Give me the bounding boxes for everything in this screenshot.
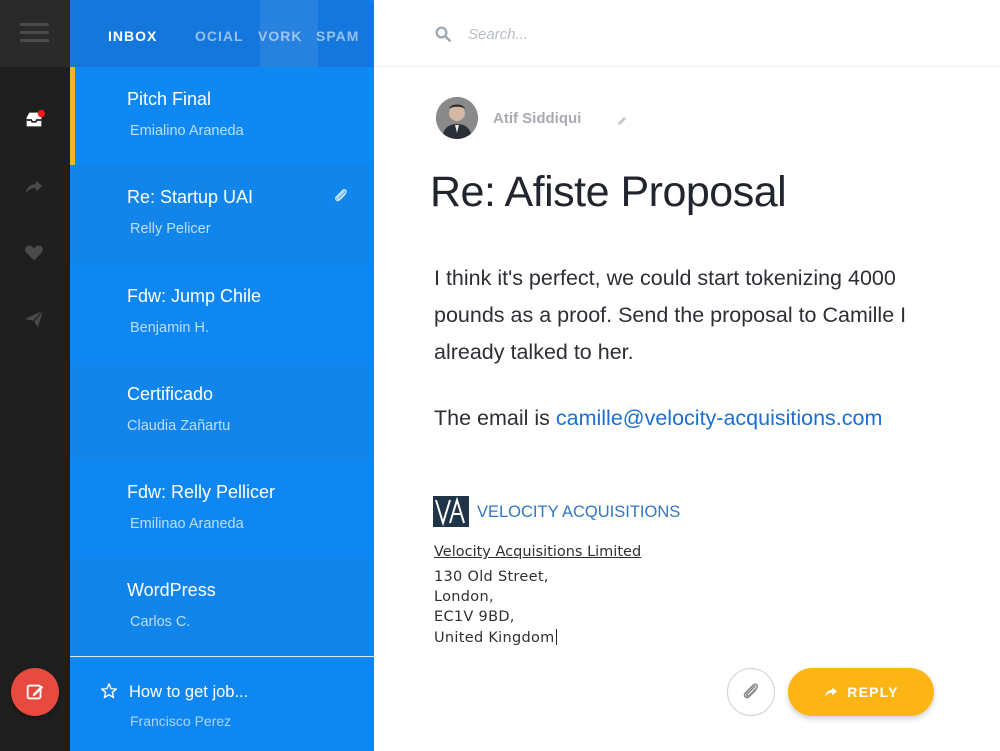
list-item[interactable]: How to get job... Francisco Perez [70,656,374,751]
message-subject: Re: Startup UAI [127,187,254,207]
reply-label: REPLY [847,684,899,700]
velocity-logo-icon [433,496,469,527]
message-sender: Benjamin H. [130,320,209,336]
message-subject: Fdw: Jump Chile [127,286,262,306]
compose-button[interactable] [11,668,59,716]
list-item[interactable]: Fdw: Jump Chile Benjamin H. [70,264,374,362]
email-subject: Re: Afiste Proposal [430,168,787,216]
tab-social[interactable]: OCIAL [195,0,244,67]
signature-company: VELOCITY ACQUISITIONS [477,503,681,521]
email-link[interactable]: camille@velocity-acquisitions.com [556,406,883,430]
menu-icon[interactable] [20,23,49,43]
star-icon[interactable] [100,682,118,700]
list-item[interactable]: Fdw: Relly Pellicer Emilinao Araneda [70,460,374,558]
signature-country: United Kingdom [434,630,555,646]
sender-name: Atif Siddiqui [493,110,582,127]
list-item[interactable]: Certificado Claudia Zañartu [70,362,374,460]
reply-arrow-icon [825,687,838,697]
email-body: I think it's perfect, we could start tok… [434,266,907,364]
text-cursor [555,629,557,645]
reply-button[interactable]: REPLY [788,668,934,716]
signature-address-line: United Kingdom [434,629,557,646]
avatar[interactable] [436,97,478,139]
nav-rail [0,0,70,751]
message-sender: Relly Pelicer [130,221,211,237]
send-icon[interactable] [22,307,46,331]
message-list: INBOX OCIAL VORK SPAM Pitch Final Emiali… [70,0,374,751]
list-item[interactable]: Re: Startup UAI Relly Pelicer [70,165,374,263]
list-item[interactable]: WordPress Carlos C. [70,558,374,656]
heart-icon[interactable] [22,241,46,265]
search-input[interactable] [468,20,868,48]
message-subject: How to get job... [129,683,249,701]
compose-icon [26,684,44,700]
search-icon[interactable] [434,25,452,43]
signature-address-line: London, [434,589,494,605]
message-subject: WordPress [127,580,216,600]
edit-icon[interactable] [616,115,628,127]
search-bar [374,0,1000,67]
message-sender: Emilinao Araneda [130,516,244,532]
message-subject: Fdw: Relly Pellicer [127,482,276,502]
email-prefix: The email is [434,406,556,430]
signature-address-line: 130 Old Street, [434,569,549,585]
message-subject: Pitch Final [127,89,212,109]
folder-tabs: INBOX OCIAL VORK SPAM [70,0,374,67]
signature-address-line: EC1V 9BD, [434,609,515,625]
message-sender: Carlos C. [130,614,191,630]
message-sender: Claudia Zañartu [127,418,231,434]
tab-work[interactable]: VORK [258,0,302,67]
tab-spam[interactable]: SPAM [316,0,359,67]
tab-inbox[interactable]: INBOX [108,0,157,67]
inbox-icon[interactable] [22,108,46,132]
message-sender: Emialino Araneda [130,123,244,139]
rail-header [0,0,70,67]
list-item[interactable]: Pitch Final Emialino Araneda [70,67,374,165]
message-subject: Certificado [127,384,214,404]
email-contact-line: The email is camille@velocity-acquisitio… [434,406,882,431]
attachment-icon [335,189,347,202]
unread-badge-icon [37,109,45,118]
message-sender: Francisco Perez [130,713,232,729]
paperclip-icon [743,683,759,699]
forward-icon[interactable] [22,175,46,199]
attach-button[interactable] [727,668,775,716]
signature-legal-name: Velocity Acquisitions Limited [434,544,642,560]
